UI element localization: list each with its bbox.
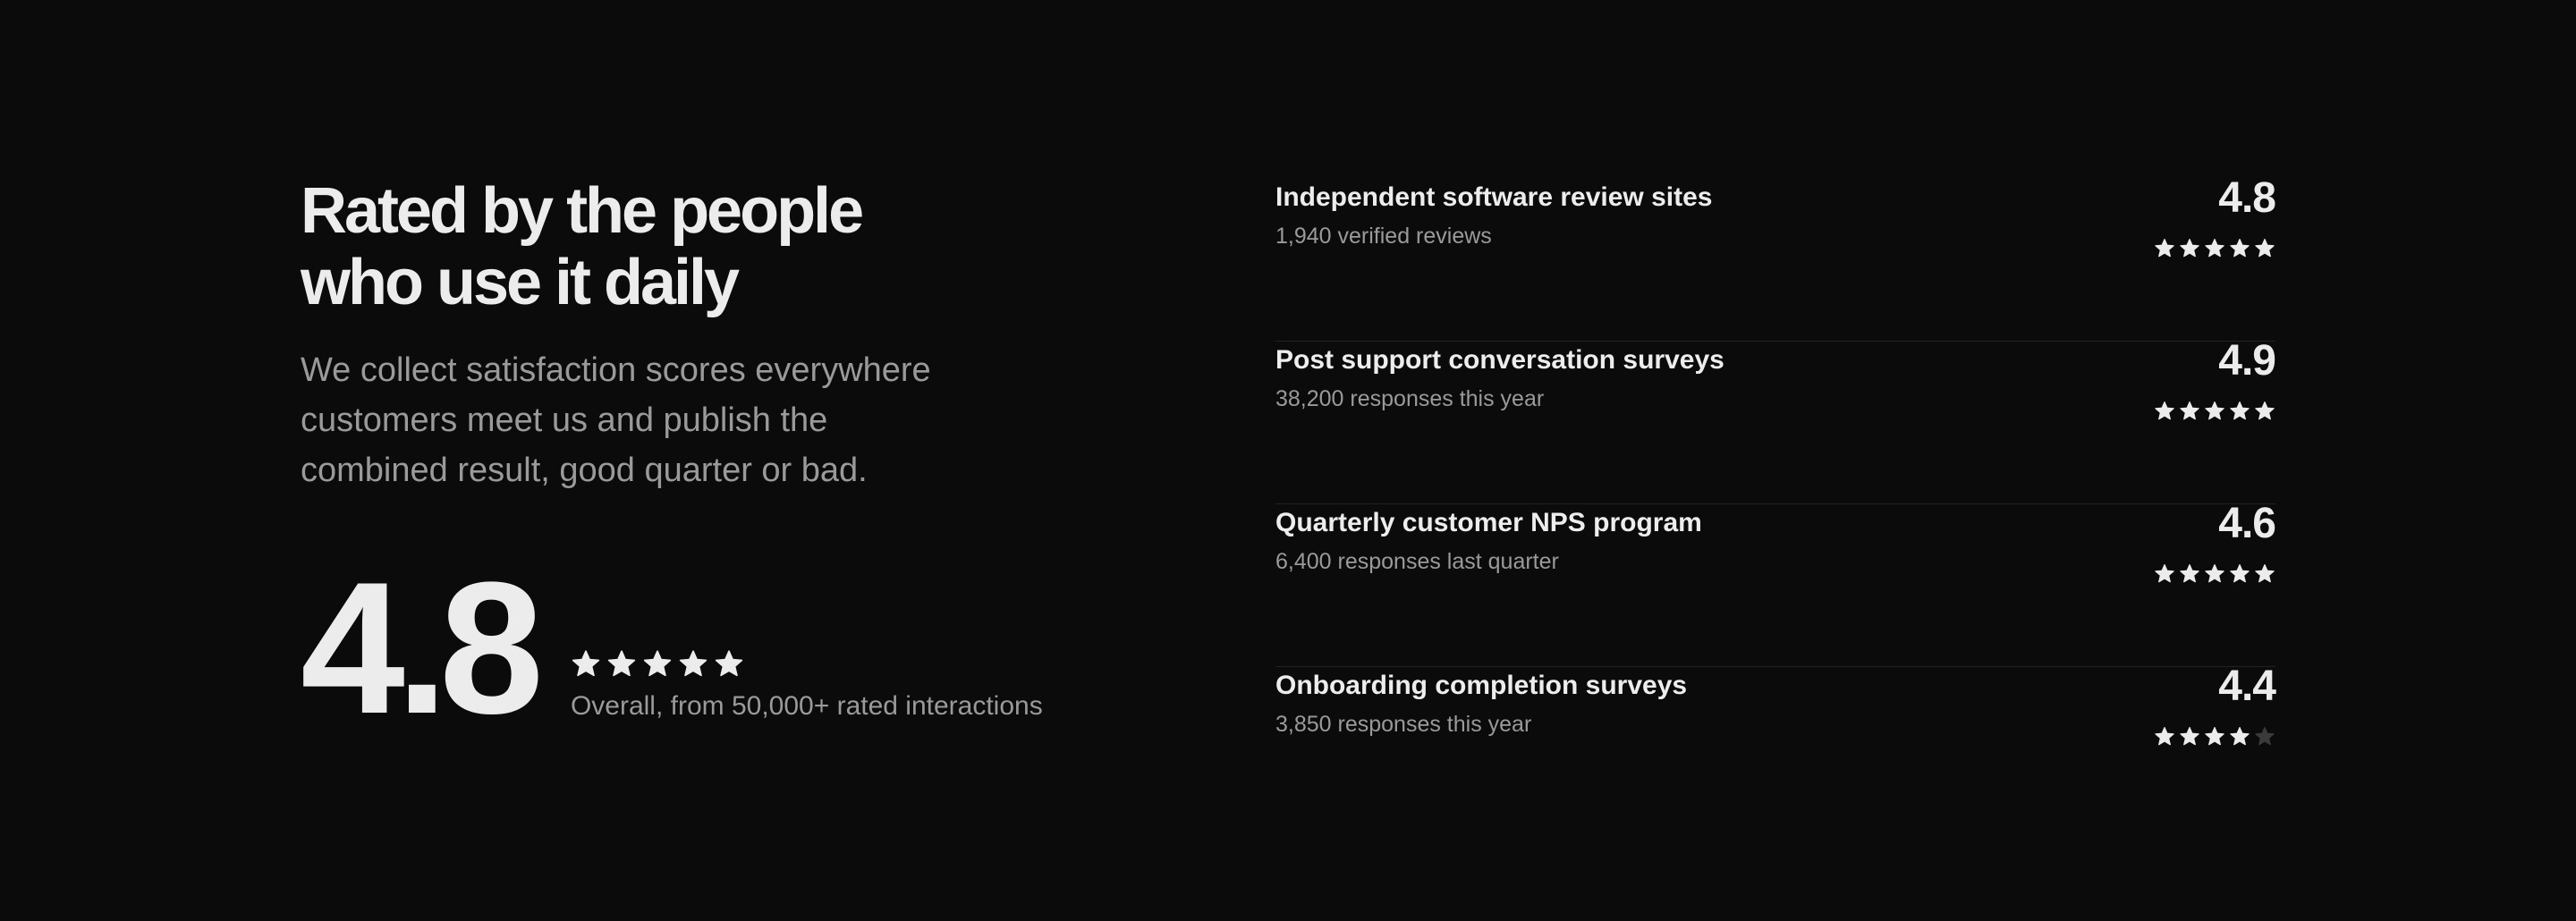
overall-rating: 4.8 Overall, from 50,000+ rated interact…: [301, 543, 1043, 753]
star-filled-icon: [571, 649, 601, 680]
overall-score: 4.8: [301, 543, 544, 753]
star-filled-icon: [2179, 401, 2200, 422]
list-item: Quarterly customer NPS program 6,400 res…: [1275, 500, 2276, 667]
star-filled-icon: [2204, 563, 2225, 585]
star-filled-icon: [2154, 238, 2175, 259]
star-filled-icon: [2254, 238, 2275, 259]
star-filled-icon: [2229, 238, 2250, 259]
list-item: Post support conversation surveys 38,200…: [1275, 337, 2276, 504]
star-filled-icon: [678, 649, 708, 680]
star-filled-icon: [2154, 563, 2175, 585]
list-item: Onboarding completion surveys 3,850 resp…: [1275, 663, 2276, 830]
source-title: Quarterly customer NPS program: [1275, 508, 1702, 537]
source-star-rating: [2154, 726, 2275, 748]
star-filled-icon: [2229, 401, 2250, 422]
star-filled-icon: [2179, 726, 2200, 748]
star-filled-icon: [2204, 726, 2225, 748]
star-empty-icon: [2254, 726, 2275, 748]
overall-caption: Overall, from 50,000+ rated interactions: [570, 691, 1043, 721]
star-filled-icon: [2154, 726, 2175, 748]
star-filled-icon: [2254, 401, 2275, 422]
star-filled-icon: [2254, 563, 2275, 585]
overall-star-rating: [571, 649, 1043, 680]
star-filled-icon: [2179, 563, 2200, 585]
section-description: We collect satisfaction scores everywher…: [301, 351, 931, 489]
source-title: Onboarding completion surveys: [1275, 671, 1688, 700]
star-filled-icon: [606, 649, 637, 680]
star-filled-icon: [2179, 238, 2200, 259]
star-filled-icon: [2204, 401, 2225, 422]
source-score: 4.6: [2218, 500, 2276, 547]
source-meta: 1,940 verified reviews: [1275, 224, 1492, 249]
section-title: Rated by the people who use it daily: [301, 175, 864, 318]
star-filled-icon: [642, 649, 673, 680]
source-meta: 6,400 responses last quarter: [1275, 549, 1559, 574]
star-filled-icon: [2229, 726, 2250, 748]
source-star-rating: [2154, 401, 2275, 422]
source-star-rating: [2154, 563, 2275, 585]
star-filled-icon: [2204, 238, 2225, 259]
source-score: 4.4: [2218, 663, 2276, 710]
source-title: Independent software review sites: [1275, 182, 1713, 212]
source-score: 4.9: [2218, 337, 2276, 384]
rating-sources-list: Independent software review sites 1,940 …: [1275, 174, 2276, 830]
intro-section: Rated by the people who use it daily We …: [301, 175, 1106, 495]
overall-details: Overall, from 50,000+ rated interactions: [571, 649, 1043, 733]
star-filled-icon: [2229, 563, 2250, 585]
source-score: 4.8: [2218, 174, 2276, 222]
source-star-rating: [2154, 238, 2275, 259]
source-meta: 38,200 responses this year: [1275, 386, 1545, 411]
list-item: Independent software review sites 1,940 …: [1275, 174, 2276, 342]
star-filled-icon: [714, 649, 744, 680]
source-meta: 3,850 responses this year: [1275, 712, 1532, 737]
star-filled-icon: [2154, 401, 2175, 422]
source-title: Post support conversation surveys: [1275, 345, 1724, 375]
